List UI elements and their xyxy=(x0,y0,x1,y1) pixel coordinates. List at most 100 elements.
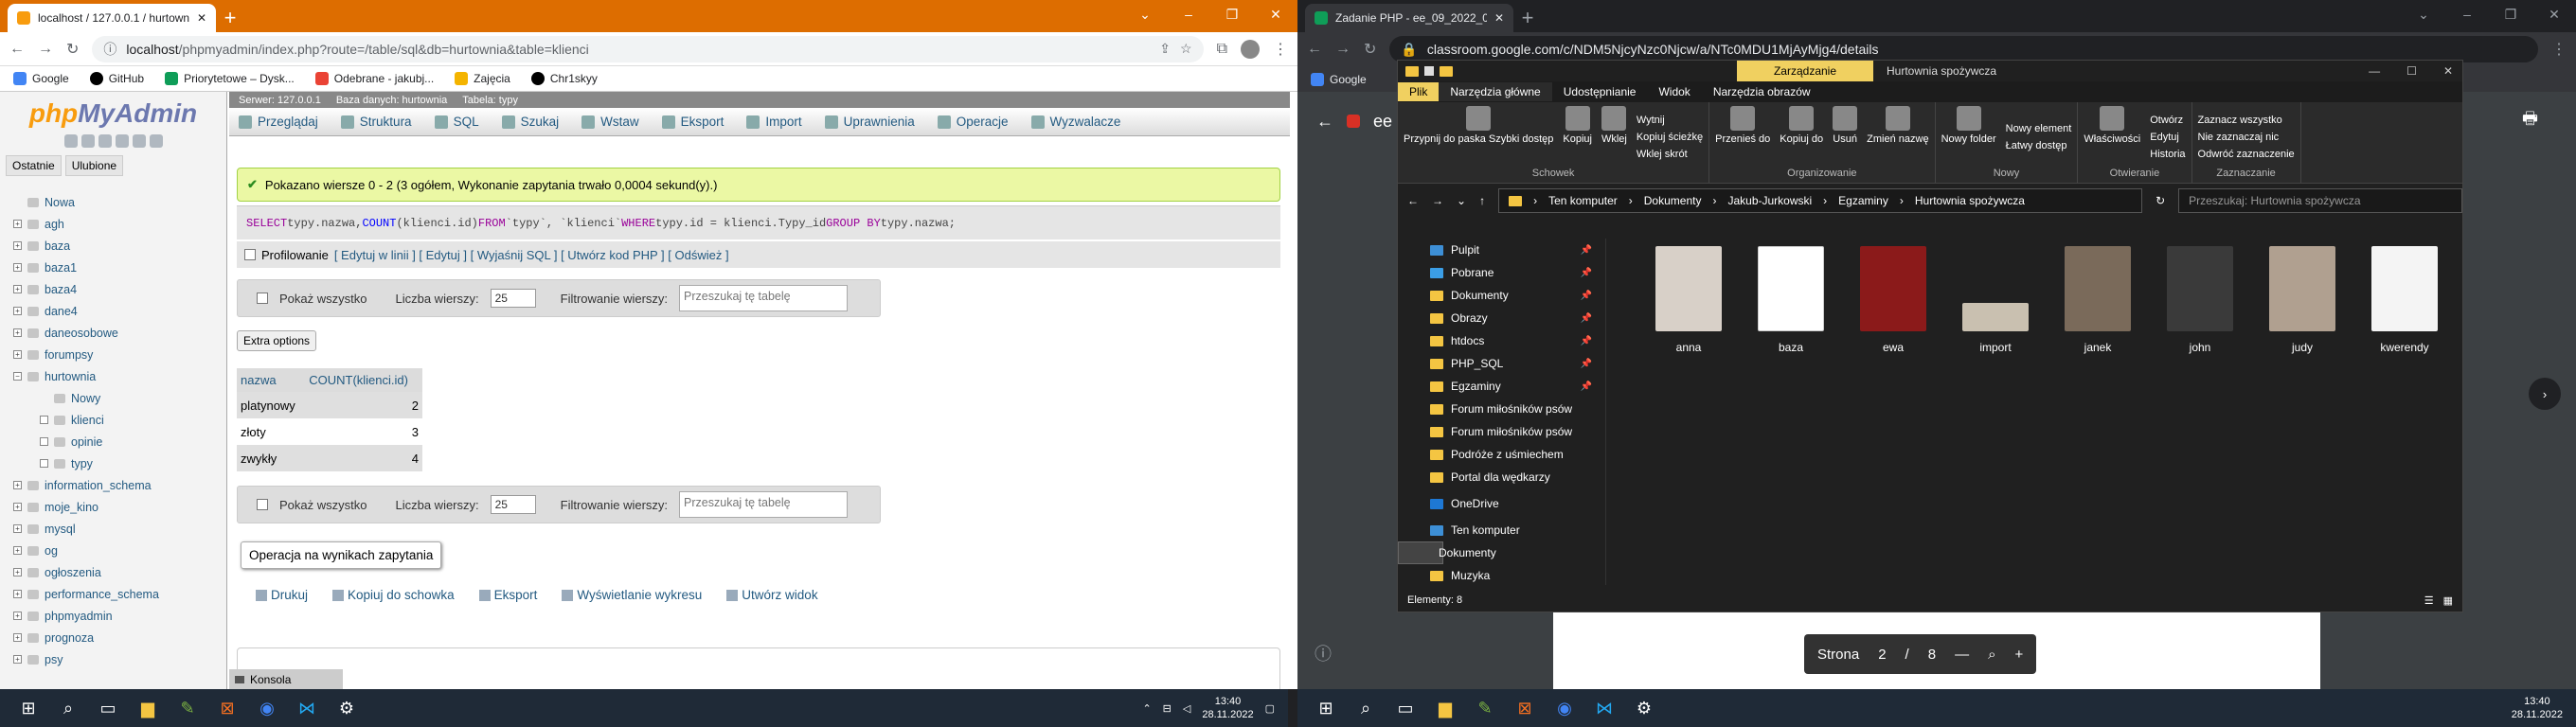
close-tab-icon[interactable]: ✕ xyxy=(197,11,206,25)
expand-icon[interactable]: + xyxy=(13,568,22,576)
help-icon[interactable]: ⓘ xyxy=(1315,641,1332,665)
context-tab-manage[interactable]: Zarządzanie xyxy=(1737,61,1873,81)
tab-3[interactable]: Szukaj xyxy=(501,115,559,129)
nav-item[interactable]: Pobrane 📌 xyxy=(1398,261,1605,284)
forward-icon[interactable]: → xyxy=(1432,194,1443,207)
tree-item[interactable]: +Nowa xyxy=(13,191,226,213)
restore-button[interactable]: ❐ xyxy=(1210,0,1254,28)
breadcrumb-item[interactable]: Egzaminy xyxy=(1838,194,1888,207)
expand-icon[interactable]: + xyxy=(13,220,22,228)
breadcrumb-item[interactable]: Dokumenty xyxy=(1644,194,1702,207)
pin-icon[interactable]: 📌 xyxy=(1581,291,1592,301)
expand-icon[interactable]: + xyxy=(13,612,22,620)
print-icon[interactable]: 🖶 xyxy=(2522,107,2538,135)
extensions-icon[interactable]: ⧉ xyxy=(1217,41,1227,58)
expand-icon[interactable] xyxy=(40,437,48,446)
tree-item[interactable]: + phpmyadmin xyxy=(13,605,226,627)
expand-icon[interactable]: + xyxy=(13,350,22,359)
tab-9[interactable]: Wyzwalacze xyxy=(1030,115,1120,129)
close-window-button[interactable]: ✕ xyxy=(2443,64,2453,78)
expand-icon[interactable]: + xyxy=(13,524,22,533)
tab-4[interactable]: Wstaw xyxy=(581,115,639,129)
ribbon-small-button[interactable]: Nie zaznaczaj nic xyxy=(2198,132,2295,143)
file-item[interactable]: import xyxy=(1953,246,2038,354)
chevron-down-icon[interactable]: ⌄ xyxy=(1123,0,1167,28)
address-bar[interactable]: ⓘ localhost/phpmyadmin/index.php?route=/… xyxy=(92,35,1204,62)
breadcrumb-item[interactable]: Jakub-Jurkowski xyxy=(1727,194,1812,207)
ribbon-tab[interactable]: Widok xyxy=(1647,82,1701,101)
operation-link[interactable]: Drukuj xyxy=(256,588,308,602)
tree-item[interactable]: + baza1 xyxy=(13,257,226,278)
ribbon-small-button[interactable]: Otwórz xyxy=(2150,115,2185,126)
file-item[interactable]: john xyxy=(2157,246,2243,354)
next-arrow-button[interactable]: › xyxy=(2529,378,2561,410)
ribbon-small-button[interactable]: Nowy element xyxy=(2006,123,2072,134)
show-all-checkbox[interactable] xyxy=(257,293,268,304)
search-input[interactable]: Przeszukaj: Hurtownia spożywcza xyxy=(2178,188,2462,213)
ribbon-button[interactable]: Przypnij do paska Szybki dostęp xyxy=(1404,106,1553,168)
browser-tab[interactable]: localhost / 127.0.0.1 / hurtowni ✕ xyxy=(8,4,216,32)
ribbon-tab[interactable]: Plik xyxy=(1398,82,1440,101)
pin-icon[interactable]: 📌 xyxy=(1581,268,1592,278)
tree-item[interactable]: + psy xyxy=(13,648,226,670)
nav-item[interactable]: Pulpit 📌 xyxy=(1398,239,1605,261)
operation-link[interactable]: Eksport xyxy=(478,588,537,602)
ribbon-button[interactable]: Kopiuj do xyxy=(1780,106,1823,168)
chevron-down-icon[interactable]: ⌄ xyxy=(2402,0,2445,28)
new-tab-button[interactable]: + xyxy=(1513,4,1542,32)
tree-item[interactable]: + dane4 xyxy=(13,300,226,322)
tree-item[interactable]: typy xyxy=(13,452,226,474)
pma-logo[interactable]: php MyAdmin xyxy=(0,92,226,134)
filter-input[interactable]: Przeszukaj tę tabelę xyxy=(679,285,849,311)
ribbon-button[interactable]: Usuń xyxy=(1833,106,1858,168)
sql-icon[interactable] xyxy=(98,134,112,148)
zoom-icon[interactable]: ⌕ xyxy=(1988,647,1995,663)
address-bar[interactable]: 🔒 classroom.google.com/c/NDM5NjcyNzc0Njc… xyxy=(1389,36,2538,62)
nav-item[interactable]: OneDrive xyxy=(1398,492,1605,515)
expand-icon[interactable] xyxy=(40,459,48,468)
volume-icon[interactable]: ◁ xyxy=(1183,702,1190,715)
tab-7[interactable]: Uprawnienia xyxy=(824,115,915,129)
recent-locations-icon[interactable]: ⌄ xyxy=(1457,194,1466,207)
tree-item[interactable]: + agh xyxy=(13,213,226,235)
file-item[interactable]: janek xyxy=(2055,246,2140,354)
breadcrumb-table[interactable]: Tabela: typy xyxy=(462,95,518,106)
page-current[interactable]: 2 xyxy=(1878,647,1886,663)
ribbon-button[interactable]: Zmień nazwę xyxy=(1867,106,1929,168)
tab-8[interactable]: Operacje xyxy=(937,115,1009,129)
search-icon[interactable]: ⌕ xyxy=(57,697,80,719)
expand-icon[interactable]: + xyxy=(13,481,22,489)
ribbon-small-button[interactable]: Historia xyxy=(2150,149,2185,160)
tab-2[interactable]: SQL xyxy=(434,115,479,129)
tree-item[interactable]: + prognoza xyxy=(13,627,226,648)
breadcrumb-item[interactable]: Ten komputer xyxy=(1548,194,1618,207)
maximize-button[interactable]: ☐ xyxy=(2406,64,2417,78)
ribbon-small-button[interactable]: Zaznacz wszystko xyxy=(2198,115,2295,126)
expand-icon[interactable]: + xyxy=(13,590,22,598)
ribbon-tab[interactable]: Udostępnianie xyxy=(1552,82,1648,101)
pin-icon[interactable]: 📌 xyxy=(1581,381,1592,392)
tab-5[interactable]: Eksport xyxy=(661,115,724,129)
tree-item[interactable]: + information_schema xyxy=(13,474,226,496)
rows-select[interactable]: 25 xyxy=(490,289,536,308)
tree-item[interactable]: Nowy xyxy=(13,387,226,409)
expand-icon[interactable]: − xyxy=(13,372,22,381)
bookmark-item[interactable]: Chr1skyy xyxy=(530,72,598,85)
pin-icon[interactable]: 📌 xyxy=(1581,359,1592,369)
pin-icon[interactable]: 📌 xyxy=(1581,336,1592,346)
tree-item[interactable]: opinie xyxy=(13,431,226,452)
nav-item[interactable]: Dokumenty 📌 xyxy=(1398,284,1605,307)
bookmark-item[interactable]: Odebrane - jakubj... xyxy=(314,72,434,85)
up-icon[interactable]: ↑ xyxy=(1479,194,1485,207)
tab-favorites[interactable]: Ulubione xyxy=(64,155,124,176)
ribbon-small-button[interactable]: Wytnij xyxy=(1637,115,1703,126)
nav-item[interactable]: Forum miłośników psów xyxy=(1398,398,1605,420)
network-icon[interactable]: ⊟ xyxy=(1163,702,1172,715)
operation-link[interactable]: Wyświetlanie wykresu xyxy=(562,588,702,602)
info-icon[interactable]: ⓘ xyxy=(103,40,116,59)
bookmark-item[interactable]: GitHub xyxy=(89,72,144,85)
nav-item[interactable]: Dokumenty xyxy=(1398,541,1496,564)
tree-item[interactable]: + performance_schema xyxy=(13,583,226,605)
nav-item[interactable]: htdocs 📌 xyxy=(1398,329,1605,352)
expand-icon[interactable]: + xyxy=(13,328,22,337)
